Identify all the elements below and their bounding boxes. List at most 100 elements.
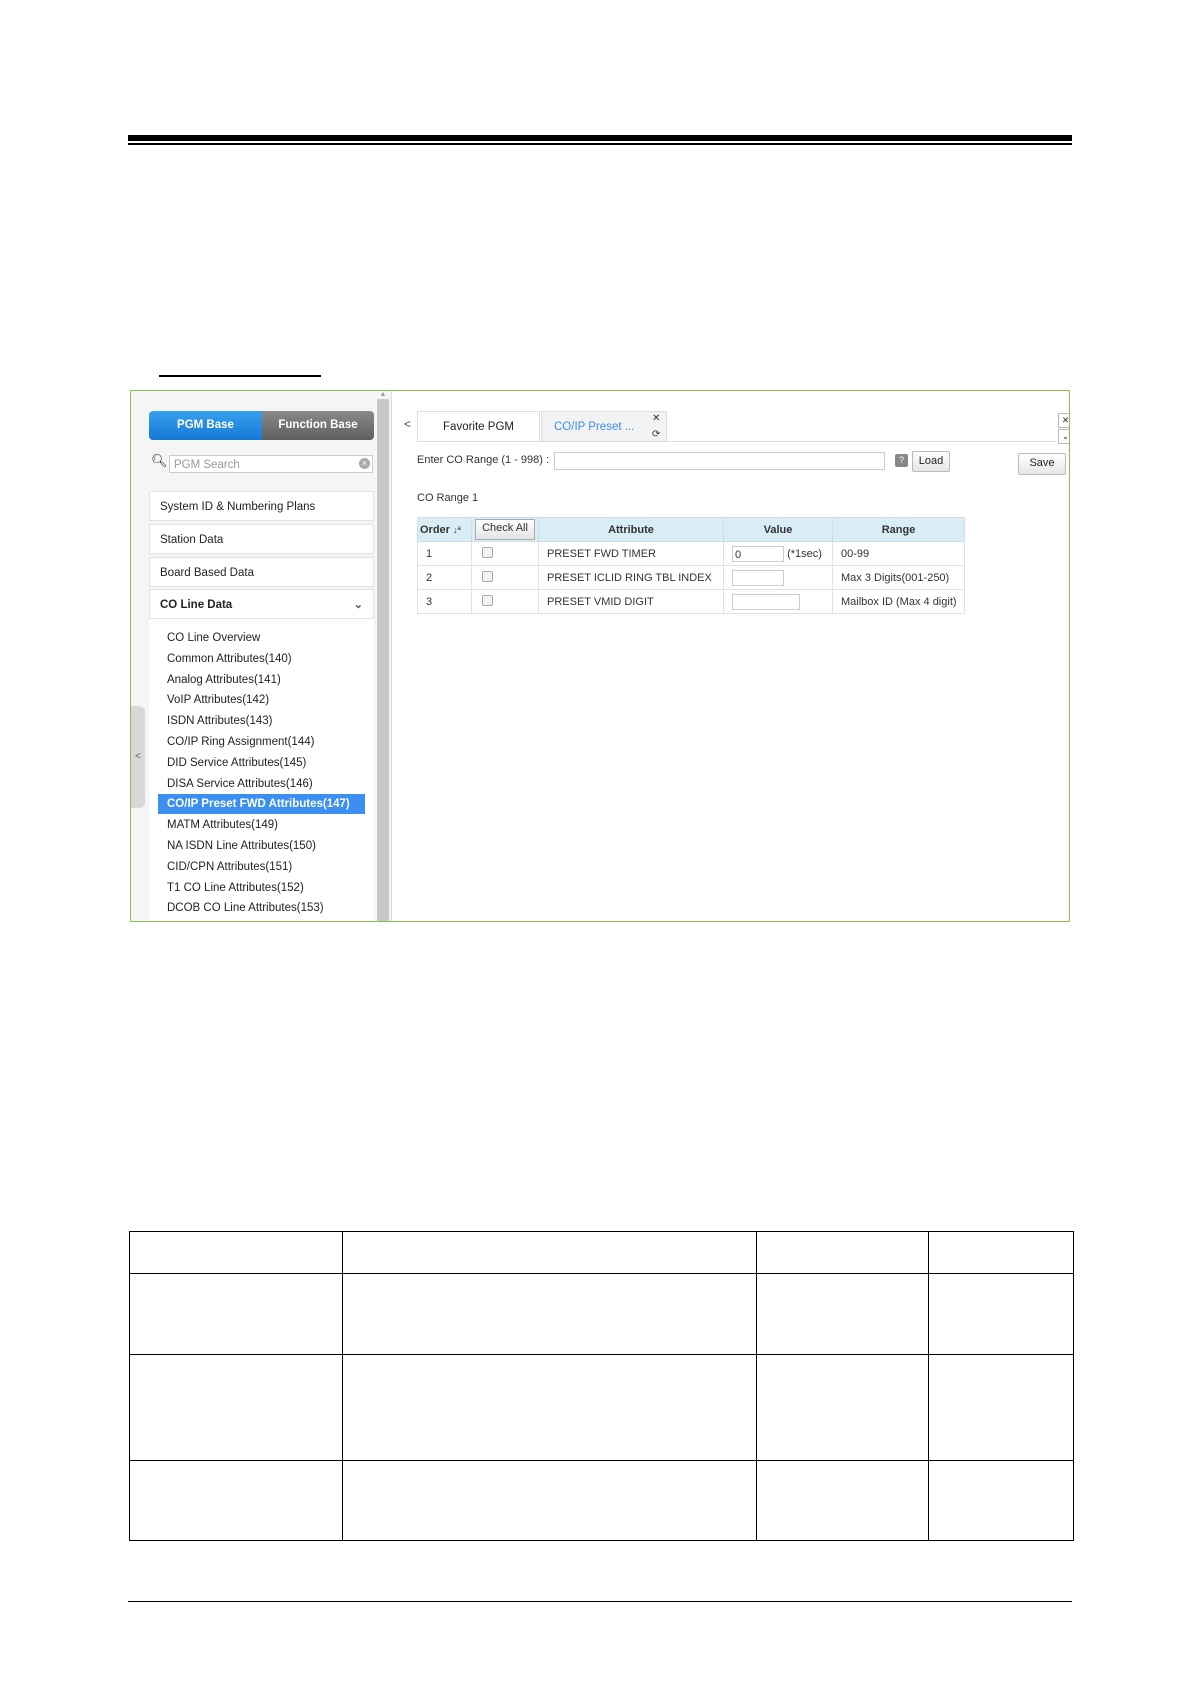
co-range-label: Enter CO Range (1 - 998) : — [417, 454, 550, 466]
footer-rule — [128, 1601, 1072, 1602]
sidebar-scrollbar[interactable] — [377, 399, 389, 921]
collapse-sidebar-handle[interactable]: < — [131, 706, 145, 808]
order-label: Order — [420, 523, 450, 536]
submenu-item[interactable]: CO/IP Ring Assignment(144) — [167, 732, 314, 752]
table-cell — [756, 1354, 929, 1461]
clear-search-icon[interactable]: × — [359, 458, 370, 469]
table-row: 3 PRESET VMID DIGIT Mailbox ID (Max 4 di… — [417, 589, 965, 614]
table-row: 2 PRESET ICLID RING TBL INDEX Max 3 Digi… — [417, 565, 965, 590]
tab-favorite-pgm[interactable]: Favorite PGM — [417, 411, 540, 441]
header-rule — [128, 135, 1072, 141]
value-input[interactable] — [732, 569, 784, 586]
table-cell — [756, 1273, 929, 1355]
table-cell — [342, 1231, 757, 1274]
row-checkbox[interactable] — [482, 546, 493, 558]
table-cell — [928, 1273, 1074, 1355]
range-cell: 00-99 — [832, 541, 965, 566]
document-table — [129, 1231, 1074, 1541]
submenu-item[interactable]: VoIP Attributes(142) — [167, 690, 269, 710]
range-cell: Mailbox ID (Max 4 digit) — [832, 589, 965, 614]
chevron-down-icon: ⌄ — [353, 599, 363, 611]
scroll-up-arrow-icon[interactable]: ▲ — [377, 391, 389, 399]
submenu-item[interactable]: Common Attributes(140) — [167, 649, 292, 669]
table-cell — [342, 1273, 757, 1355]
refresh-icon[interactable]: ⟳ — [652, 420, 660, 450]
table-cell — [129, 1460, 343, 1541]
row-checkbox-cell — [471, 541, 539, 566]
submenu-item[interactable]: ISDN Attributes(143) — [167, 711, 272, 731]
submenu-item[interactable]: DISA Service Attributes(146) — [167, 774, 313, 794]
submenu-item[interactable]: CO/IP Preset FWD Attributes(147) — [158, 794, 365, 815]
tab-co-ip-preset[interactable]: CO/IP Preset ... ✕ ⟳ — [541, 411, 667, 441]
submenu-item[interactable]: CID/CPN Attributes(151) — [167, 857, 292, 877]
save-button[interactable]: Save — [1018, 453, 1066, 475]
value-input[interactable]: 0 — [732, 545, 784, 562]
co-range-input[interactable] — [554, 452, 885, 470]
menu-co-line-data[interactable]: CO Line Data ⌄ — [149, 589, 374, 619]
submenu-item[interactable]: DID Service Attributes(145) — [167, 753, 306, 773]
close-icon[interactable]: ✕ — [1058, 413, 1069, 428]
attribute-cell: PRESET FWD TIMER — [538, 541, 724, 566]
order-header[interactable]: Order ↓ª — [417, 517, 472, 542]
table-cell — [342, 1354, 757, 1461]
heading-underline — [159, 375, 321, 377]
table-cell — [342, 1460, 757, 1541]
value-input[interactable] — [732, 593, 800, 610]
order-cell: 3 — [417, 589, 472, 614]
range-header: Range — [832, 517, 965, 542]
table-cell — [756, 1231, 929, 1274]
tab-divider — [416, 441, 1056, 442]
main-panel: < Favorite PGM CO/IP Preset ... ✕ ⟳ ✕ ⌄ … — [391, 391, 1069, 921]
screenshot-frame: PGM Base Function Base 🔍︎ PGM Search × S… — [130, 390, 1070, 922]
sort-icon[interactable]: ↓ª — [453, 525, 461, 535]
value-header: Value — [723, 517, 833, 542]
menu-station-data[interactable]: Station Data — [149, 524, 374, 554]
help-icon[interactable]: ? — [895, 454, 908, 467]
table-cell — [928, 1460, 1074, 1541]
table-cell — [129, 1273, 343, 1355]
value-cell — [723, 565, 833, 590]
check-all-header: Check All — [471, 517, 539, 542]
sidebar: PGM Base Function Base 🔍︎ PGM Search × S… — [131, 391, 391, 921]
table-cell — [129, 1231, 343, 1274]
function-base-button[interactable]: Function Base — [262, 411, 374, 440]
pgm-search-input[interactable]: PGM Search — [169, 455, 373, 473]
attribute-header: Attribute — [538, 517, 724, 542]
check-all-button[interactable]: Check All — [475, 519, 535, 540]
table-cell — [129, 1354, 343, 1461]
search-icon: 🔍︎ — [151, 453, 168, 468]
load-button[interactable]: Load — [912, 451, 950, 472]
submenu-item[interactable]: NA ISDN Line Attributes(150) — [167, 836, 316, 856]
row-checkbox[interactable] — [482, 594, 493, 606]
table-cell — [756, 1460, 929, 1541]
attributes-table: Order ↓ª Check All Attribute Value Range… — [417, 517, 965, 614]
value-cell — [723, 589, 833, 614]
table-cell — [928, 1231, 1074, 1274]
attribute-cell: PRESET VMID DIGIT — [538, 589, 724, 614]
unit-label: (*1sec) — [787, 547, 822, 560]
value-cell: 0 (*1sec) — [723, 541, 833, 566]
submenu-item[interactable]: CO Line Overview — [167, 628, 260, 648]
table-row: 1 PRESET FWD TIMER 0 (*1sec) 00-99 — [417, 541, 965, 566]
pgm-base-button[interactable]: PGM Base — [149, 411, 262, 440]
menu-label: CO Line Data — [160, 599, 233, 611]
tab-label: CO/IP Preset ... — [554, 421, 635, 433]
range-cell: Max 3 Digits(001-250) — [832, 565, 965, 590]
row-checkbox-cell — [471, 589, 539, 614]
header-rule-thin — [128, 143, 1072, 145]
table-cell — [928, 1354, 1074, 1461]
menu-system-id[interactable]: System ID & Numbering Plans — [149, 491, 374, 521]
order-cell: 1 — [417, 541, 472, 566]
submenu-item[interactable]: DCOB CO Line Attributes(153) — [167, 898, 324, 918]
submenu-item[interactable]: MATM Attributes(149) — [167, 815, 278, 835]
row-checkbox-cell — [471, 565, 539, 590]
chevron-down-icon[interactable]: ⌄ — [1058, 429, 1069, 444]
order-cell: 2 — [417, 565, 472, 590]
attribute-cell: PRESET ICLID RING TBL INDEX — [538, 565, 724, 590]
submenu-item[interactable]: Analog Attributes(141) — [167, 670, 281, 690]
row-checkbox[interactable] — [482, 570, 493, 582]
tab-scroll-left-icon[interactable]: < — [404, 417, 411, 431]
submenu-item[interactable]: T1 CO Line Attributes(152) — [167, 878, 304, 898]
menu-board-based-data[interactable]: Board Based Data — [149, 557, 374, 587]
co-range-heading: CO Range 1 — [417, 492, 479, 504]
